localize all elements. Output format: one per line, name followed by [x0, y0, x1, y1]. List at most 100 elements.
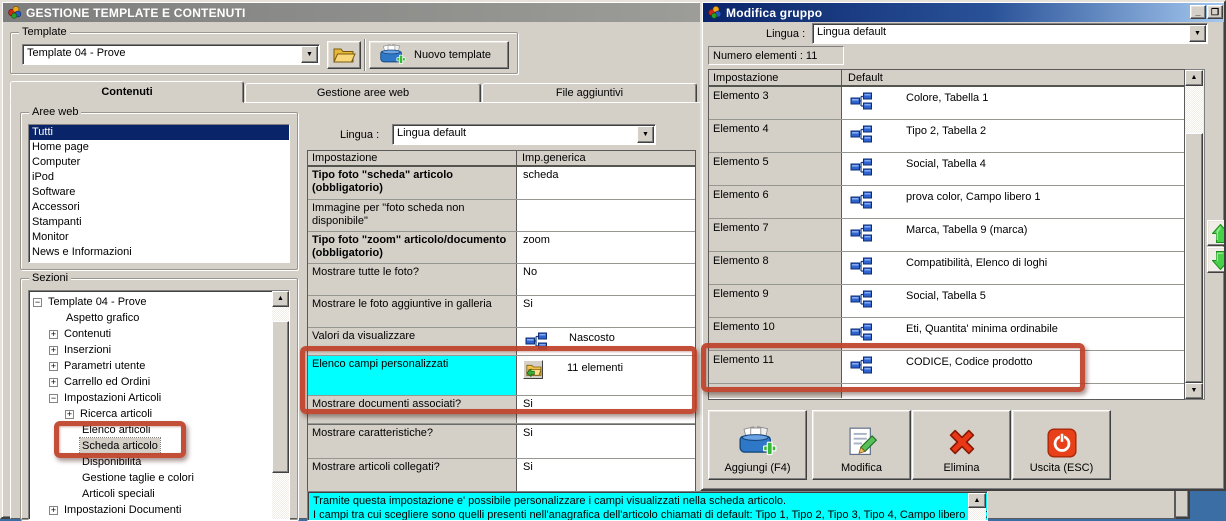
expand-icon[interactable]: + — [65, 410, 74, 419]
open-folder-button[interactable] — [327, 41, 361, 69]
table-row-elenco-campi-personalizzati[interactable]: Elenco campi personalizzati 11 elementi — [308, 356, 695, 396]
aree-web-listbox[interactable]: Tutti Home page Computer iPod Software A… — [28, 124, 290, 263]
chevron-down-icon[interactable]: ▼ — [301, 46, 318, 63]
table-row-elemento-6[interactable]: Elemento 6 prova color, Campo libero 1 — [709, 186, 1184, 219]
tree-item-aspetto-grafico[interactable]: Aspetto grafico — [29, 310, 289, 326]
tree-item-template-04-prove[interactable]: −Template 04 - Prove — [29, 294, 289, 310]
tab-gestione-aree-web[interactable]: Gestione aree web — [245, 83, 481, 103]
list-item-stampanti[interactable]: Stampanti — [29, 215, 289, 230]
node-tree-icon — [850, 224, 872, 242]
uscita-button[interactable]: Uscita (ESC) — [1012, 410, 1111, 480]
table-row-elemento-3[interactable]: Elemento 3 Colore, Tabella 1 — [709, 87, 1184, 120]
expand-icon[interactable]: + — [49, 362, 58, 371]
template-group-label: Template — [19, 26, 70, 38]
sezioni-tree-scrollbar[interactable]: ▲ — [272, 291, 289, 519]
tree-item-parametri-utente[interactable]: +Parametri utente — [29, 358, 289, 374]
node-tree-icon — [850, 290, 872, 308]
scroll-up-icon[interactable]: ▲ — [1185, 70, 1203, 86]
table-row-elemento-11[interactable]: Elemento 11 CODICE, Codice prodotto — [709, 351, 1184, 384]
scrollbar-thumb[interactable] — [272, 321, 289, 473]
tree-item-impostazioni-articoli[interactable]: −Impostazioni Articoli — [29, 390, 289, 406]
scroll-up-icon[interactable]: ▲ — [968, 493, 986, 508]
sezioni-group-label: Sezioni — [29, 272, 71, 284]
collapse-icon[interactable]: − — [33, 298, 42, 307]
app-icon — [7, 5, 22, 20]
tab-file-aggiuntivi[interactable]: File aggiuntivi — [482, 83, 697, 103]
tree-item-scheda-articolo[interactable]: Scheda articolo — [29, 438, 289, 454]
tree-item-ricerca-articoli[interactable]: +Ricerca articoli — [29, 406, 289, 422]
expand-icon[interactable]: + — [49, 378, 58, 387]
column-header-imp-generica: Imp.generica — [517, 151, 695, 165]
node-tree-icon — [850, 125, 872, 143]
table-filler-row — [709, 384, 1184, 398]
list-item-computer[interactable]: Computer — [29, 155, 289, 170]
list-item-tutti[interactable]: Tutti — [29, 125, 289, 140]
scroll-up-icon[interactable]: ▲ — [272, 291, 289, 307]
table-row[interactable]: Mostrare tutte le foto? No — [308, 264, 695, 296]
maximize-button[interactable]: ❐ — [1207, 5, 1223, 19]
column-header-impostazione: Impostazione — [709, 70, 842, 85]
table-row-elemento-4[interactable]: Elemento 4 Tipo 2, Tabella 2 — [709, 120, 1184, 153]
lingua-combobox[interactable]: Lingua default ▼ — [812, 23, 1208, 44]
right-window: Modifica gruppo _ ❐ × Lingua : Lingua de… — [700, 0, 1226, 491]
chevron-down-icon[interactable]: ▼ — [1189, 25, 1206, 42]
tree-item-inserzioni[interactable]: +Inserzioni — [29, 342, 289, 358]
table-row[interactable]: Mostrare le foto aggiuntive in galleria … — [308, 296, 695, 328]
table-row[interactable]: Immagine per "foto scheda non disponibil… — [308, 200, 695, 232]
table-row-elemento-5[interactable]: Elemento 5 Social, Tabella 4 — [709, 153, 1184, 186]
table-row[interactable]: Tipo foto "scheda" articolo (obbligatori… — [308, 167, 695, 200]
table-row[interactable]: Valori da visualizzare Nascosto — [308, 328, 695, 356]
right-window-titlebar[interactable]: Modifica gruppo — [703, 3, 1226, 22]
list-item-software[interactable]: Software — [29, 185, 289, 200]
column-header-impostazione: Impostazione — [308, 151, 517, 165]
expand-icon[interactable]: + — [49, 330, 58, 339]
tab-contenuti[interactable]: Contenuti — [10, 81, 244, 103]
elimina-button[interactable]: Elimina — [912, 410, 1011, 480]
tree-item-contenuti[interactable]: +Contenuti — [29, 326, 289, 342]
list-item-accessori[interactable]: Accessori — [29, 200, 289, 215]
folder-field-button[interactable] — [523, 360, 543, 379]
expand-icon[interactable]: + — [49, 506, 58, 515]
tree-item-gestione-taglie-e-colori[interactable]: Gestione taglie e colori — [29, 470, 289, 486]
tree-item-articoli-speciali[interactable]: Articoli speciali — [29, 486, 289, 502]
table-row-elemento-9[interactable]: Elemento 9 Social, Tabella 5 — [709, 285, 1184, 318]
table-row[interactable]: Tipo foto "zoom" articolo/documento (obb… — [308, 232, 695, 264]
elements-table-scrollbar[interactable]: ▲ ▼ — [1185, 69, 1205, 400]
table-row-elemento-8[interactable]: Elemento 8 Compatibilità, Elenco di logh… — [709, 252, 1184, 285]
list-item-news-informazioni[interactable]: News e Informazioni — [29, 245, 289, 260]
aggiungi-button[interactable]: Aggiungi (F4) — [708, 410, 807, 480]
folder-arrow-icon — [525, 362, 542, 377]
table-row-elemento-10[interactable]: Elemento 10 Eti, Quantita' minima ordina… — [709, 318, 1184, 351]
delete-x-icon — [945, 426, 979, 458]
lingua-combobox[interactable]: Lingua default ▼ — [392, 124, 656, 145]
move-up-button[interactable] — [1207, 220, 1226, 246]
tree-item-elenco-articoli[interactable]: Elenco articoli — [29, 422, 289, 438]
modifica-button[interactable]: Modifica — [812, 410, 911, 480]
table-row[interactable]: Mostrare caratteristiche? Si — [308, 424, 695, 459]
scrollbar-thumb[interactable] — [1185, 133, 1203, 383]
info-box-scrollbar[interactable]: ▲ — [968, 493, 986, 521]
table-row[interactable]: Mostrare documenti associati? Si — [308, 396, 695, 424]
chevron-down-icon[interactable]: ▼ — [637, 126, 654, 143]
scroll-down-icon[interactable]: ▼ — [1185, 383, 1203, 399]
add-icon — [739, 426, 777, 458]
nuovo-template-button[interactable]: Nuovo template — [369, 41, 509, 69]
table-row-elemento-7[interactable]: Elemento 7 Marca, Tabella 9 (marca) — [709, 219, 1184, 252]
tree-item-impostazioni-documenti[interactable]: +Impostazioni Documenti — [29, 502, 289, 518]
move-down-button[interactable] — [1207, 247, 1226, 273]
lingua-combobox-value: Lingua default — [393, 125, 636, 144]
list-item-home-page[interactable]: Home page — [29, 140, 289, 155]
info-line-2: I campi tra cui scegliere sono quelli pr… — [308, 508, 987, 521]
list-item-monitor[interactable]: Monitor — [29, 230, 289, 245]
expand-icon[interactable]: + — [49, 346, 58, 355]
node-tree-icon — [525, 332, 547, 350]
sezioni-tree[interactable]: −Template 04 - Prove Aspetto grafico +Co… — [28, 290, 290, 520]
table-row[interactable]: Mostrare articoli collegati? Si — [308, 459, 695, 491]
tree-item-disponibilita[interactable]: Disponibilità — [29, 454, 289, 470]
tree-item-carrello-ed-ordini[interactable]: +Carrello ed Ordini — [29, 374, 289, 390]
node-tree-icon — [850, 356, 872, 374]
collapse-icon[interactable]: − — [49, 394, 58, 403]
minimize-button[interactable]: _ — [1190, 5, 1206, 19]
template-combobox[interactable]: Template 04 - Prove ▼ — [22, 44, 320, 65]
list-item-ipod[interactable]: iPod — [29, 170, 289, 185]
